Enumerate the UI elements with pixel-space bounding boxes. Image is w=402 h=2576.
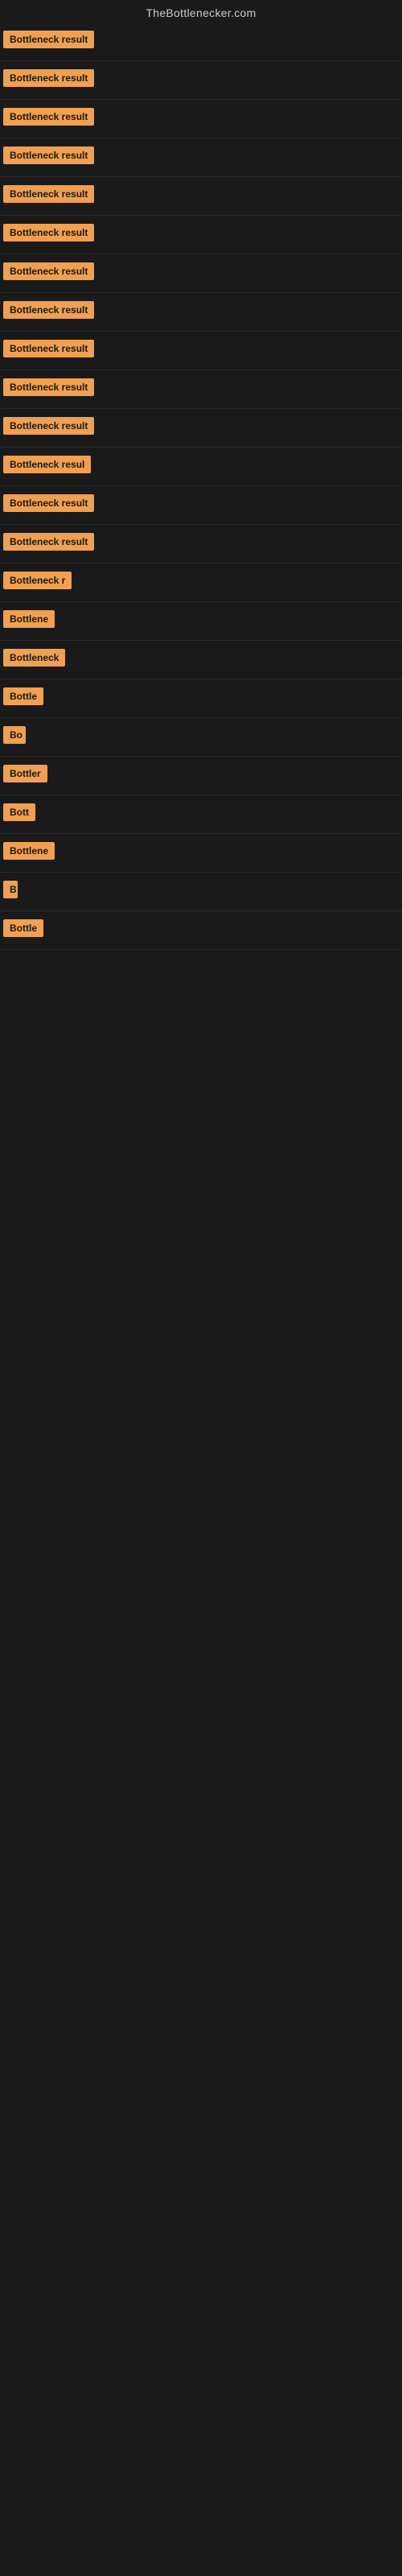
bottleneck-badge[interactable]: Bottleneck result (3, 185, 94, 203)
list-item: Bottleneck result (0, 100, 402, 138)
list-item: Bottleneck result (0, 177, 402, 216)
list-item: Bottleneck result (0, 525, 402, 564)
bottleneck-badge[interactable]: Bottleneck result (3, 224, 94, 242)
bottleneck-badge[interactable]: Bottlene (3, 610, 55, 628)
bottleneck-badge[interactable]: Bottleneck result (3, 378, 94, 396)
list-item: Bottleneck result (0, 486, 402, 525)
bottleneck-badge[interactable]: Bottleneck result (3, 69, 94, 87)
list-item: Bottleneck result (0, 216, 402, 254)
list-item: Bottleneck result (0, 370, 402, 409)
site-title-container: TheBottlenecker.com (0, 0, 402, 23)
bottleneck-badge[interactable]: B (3, 881, 18, 898)
list-item: Bottleneck result (0, 409, 402, 448)
list-item: Bottle (0, 679, 402, 718)
bottleneck-badge[interactable]: Bottleneck result (3, 31, 94, 48)
list-item: Bottlene (0, 602, 402, 641)
list-item: B (0, 873, 402, 911)
list-item: Bottleneck result (0, 293, 402, 332)
site-title: TheBottlenecker.com (0, 0, 402, 23)
list-item: Bottleneck result (0, 138, 402, 177)
bottleneck-badge[interactable]: Bottleneck r (3, 572, 72, 589)
list-item: Bottleneck resul (0, 448, 402, 486)
bottleneck-badge[interactable]: Bottleneck result (3, 494, 94, 512)
items-list: Bottleneck result Bottleneck result Bottle… (0, 23, 402, 950)
list-item: Bottlene (0, 834, 402, 873)
bottleneck-badge[interactable]: Bottleneck result (3, 340, 94, 357)
list-item: Bottleneck r (0, 564, 402, 602)
bottleneck-badge[interactable]: Bottler (3, 765, 47, 782)
bottleneck-badge[interactable]: Bott (3, 803, 35, 821)
bottleneck-badge[interactable]: Bottleneck resul (3, 456, 91, 473)
bottleneck-badge[interactable]: Bottleneck result (3, 417, 94, 435)
bottleneck-badge[interactable]: Bottleneck result (3, 262, 94, 280)
bottleneck-badge[interactable]: Bottle (3, 919, 43, 937)
list-item: Bottleneck result (0, 23, 402, 61)
bottleneck-badge[interactable]: Bo (3, 726, 26, 744)
list-item: Bo (0, 718, 402, 757)
list-item: Bottleneck result (0, 254, 402, 293)
bottleneck-badge[interactable]: Bottleneck (3, 649, 65, 667)
list-item: Bottleneck result (0, 332, 402, 370)
list-item: Bottleneck (0, 641, 402, 679)
bottleneck-badge[interactable]: Bottleneck result (3, 533, 94, 551)
list-item: Bottle (0, 911, 402, 950)
bottleneck-badge[interactable]: Bottleneck result (3, 147, 94, 164)
bottleneck-badge[interactable]: Bottleneck result (3, 301, 94, 319)
list-item: Bottler (0, 757, 402, 795)
list-item: Bott (0, 795, 402, 834)
bottleneck-badge[interactable]: Bottleneck result (3, 108, 94, 126)
bottleneck-badge[interactable]: Bottlene (3, 842, 55, 860)
bottleneck-badge[interactable]: Bottle (3, 687, 43, 705)
list-item: Bottleneck result (0, 61, 402, 100)
